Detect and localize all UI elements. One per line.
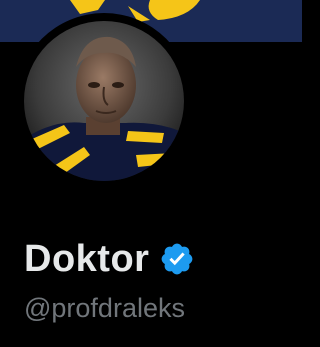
display-name: Doktor xyxy=(24,238,150,280)
display-name-row: Doktor xyxy=(24,236,195,282)
avatar-photo xyxy=(24,21,184,181)
profile-handle: @profdraleks xyxy=(24,293,185,323)
avatar[interactable] xyxy=(24,21,184,181)
verified-badge-icon[interactable] xyxy=(159,241,195,277)
profile-header: Doktor @profdraleks xyxy=(0,0,302,347)
